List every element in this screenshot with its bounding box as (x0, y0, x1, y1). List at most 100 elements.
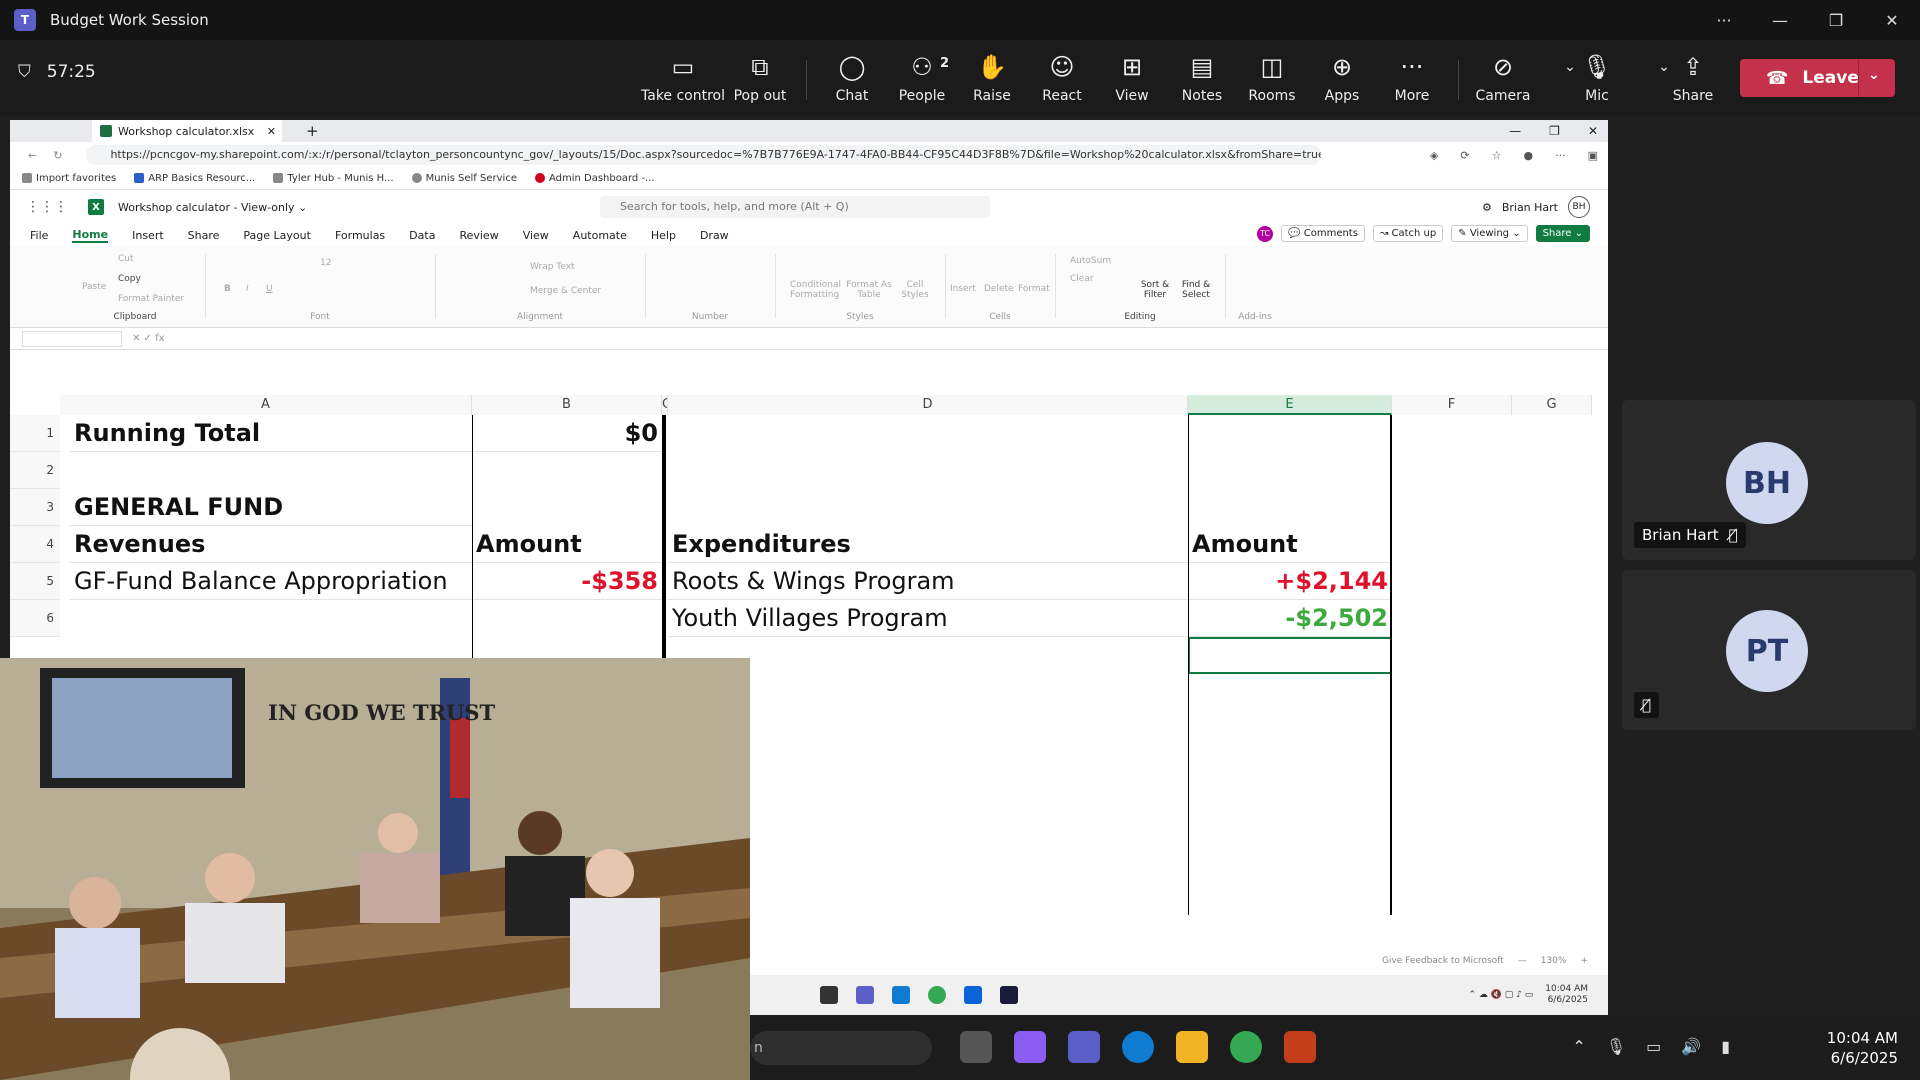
format-cells-button[interactable]: Format (1018, 284, 1050, 294)
powerpoint-icon[interactable] (1284, 1031, 1316, 1063)
close-tab-icon[interactable]: ✕ (267, 125, 276, 138)
find-select-button[interactable]: Find & Select (1176, 280, 1216, 300)
cell-d6[interactable]: Youth Villages Program (668, 600, 1188, 637)
tab-home[interactable]: Home (72, 228, 109, 243)
column-header[interactable]: G (1512, 395, 1592, 415)
take-control-button[interactable]: ▭ Take control (641, 50, 725, 110)
cell-a4[interactable]: Revenues (70, 526, 472, 563)
tab-file[interactable]: File (30, 229, 48, 242)
column-header[interactable]: B (472, 395, 662, 415)
column-header[interactable]: A (60, 395, 472, 415)
taskbar-clock[interactable]: 10:04 AM 6/6/2025 (1827, 1028, 1898, 1068)
chat-button[interactable]: ◯ Chat (817, 50, 887, 110)
mic-off-icon[interactable]: 🎙 (1606, 1037, 1626, 1056)
merge-center-button[interactable]: Merge & Center (530, 286, 601, 296)
app-launcher-icon[interactable]: ⋮⋮⋮ (26, 199, 68, 215)
raise-hand-button[interactable]: ✋ Raise (957, 50, 1027, 110)
row-header[interactable]: 4 (10, 526, 60, 563)
zoom-in-icon[interactable]: + (1580, 956, 1588, 966)
column-header[interactable]: D (668, 395, 1188, 415)
chrome-icon[interactable] (1230, 1031, 1262, 1063)
cell-b4[interactable]: Amount (472, 526, 662, 563)
cell-a5[interactable]: GF-Fund Balance Appropriation (70, 563, 472, 600)
people-button[interactable]: ⚇ 2 People (887, 50, 957, 110)
minimize-button[interactable]: — (1752, 0, 1808, 40)
menu-icon[interactable]: ··· (1555, 149, 1566, 162)
restore-button[interactable]: ❐ (1549, 120, 1560, 142)
restore-button[interactable]: ❐ (1808, 0, 1864, 40)
favorites-icon[interactable]: ☆ (1492, 149, 1502, 162)
taskview-icon[interactable] (960, 1031, 992, 1063)
catch-up-button[interactable]: ↝ Catch up (1372, 225, 1444, 242)
more-options-icon[interactable]: ··· (1696, 0, 1752, 40)
refresh-icon[interactable]: ↻ (53, 149, 62, 162)
zoom-out-icon[interactable]: — (1518, 956, 1527, 966)
column-header[interactable]: E (1188, 395, 1392, 415)
row-header[interactable]: 5 (10, 563, 60, 600)
column-header[interactable]: F (1392, 395, 1512, 415)
cell-d4[interactable]: Expenditures (668, 526, 1188, 563)
favorite-item[interactable]: Admin Dashboard -... (534, 173, 655, 184)
close-button[interactable]: ✕ (1588, 120, 1598, 142)
font-size-select[interactable]: 12 (320, 258, 331, 268)
tab-review[interactable]: Review (459, 229, 498, 242)
more-button[interactable]: ··· More (1377, 50, 1447, 110)
cut-button[interactable]: Cut (118, 254, 134, 264)
cell-b1[interactable]: $0 (472, 415, 662, 452)
tab-data[interactable]: Data (409, 229, 435, 242)
browser-tab[interactable]: Workshop calculator.xlsx ✕ (92, 120, 282, 142)
back-icon[interactable]: ← (28, 149, 37, 162)
sort-filter-button[interactable]: Sort & Filter (1138, 280, 1172, 300)
selected-cell-e7[interactable] (1188, 637, 1392, 674)
insert-cells-button[interactable]: Insert (950, 284, 976, 294)
format-as-table-button[interactable]: Format As Table (846, 280, 892, 300)
cell-a1[interactable]: Running Total (70, 415, 472, 452)
tab-view[interactable]: View (523, 229, 549, 242)
favorite-item[interactable]: Tyler Hub - Munis H... (273, 173, 394, 184)
wrap-text-button[interactable]: Wrap Text (530, 262, 575, 272)
delete-cells-button[interactable]: Delete (984, 284, 1014, 294)
favorite-item[interactable]: Import favorites (22, 173, 116, 184)
settings-icon[interactable]: ⚙ (1482, 201, 1492, 214)
clear-button[interactable]: Clear (1070, 274, 1094, 284)
rooms-button[interactable]: ◫ Rooms (1237, 50, 1307, 110)
tab-automate[interactable]: Automate (573, 229, 627, 242)
pop-out-button[interactable]: ⧉ Pop out (725, 50, 795, 110)
cell-a3[interactable]: GENERAL FUND (70, 489, 472, 526)
file-explorer-icon[interactable] (1176, 1031, 1208, 1063)
tab-page-layout[interactable]: Page Layout (243, 229, 311, 242)
tab-share[interactable]: Share (188, 229, 220, 242)
sidebar-icon[interactable]: ▣ (1588, 149, 1598, 162)
close-button[interactable]: ✕ (1864, 0, 1920, 40)
tab-help[interactable]: Help (651, 229, 676, 242)
chevron-up-icon[interactable]: ⌃ (1572, 1037, 1585, 1056)
cell-e6[interactable]: -$2,502 (1188, 600, 1392, 637)
viewing-button[interactable]: ✎ Viewing ⌄ (1451, 225, 1528, 242)
autosum-button[interactable]: AutoSum (1070, 256, 1111, 266)
chevron-down-icon[interactable]: ⌄ (1868, 67, 1880, 83)
tab-draw[interactable]: Draw (700, 229, 729, 242)
cell-e4[interactable]: Amount (1188, 526, 1392, 563)
display-icon[interactable]: ▭ (1646, 1037, 1661, 1056)
new-tab-icon[interactable]: + (306, 122, 319, 140)
edge-icon[interactable] (1122, 1031, 1154, 1063)
profile-icon[interactable]: ● (1523, 149, 1533, 162)
row-header[interactable]: 2 (10, 452, 60, 489)
zoom-level[interactable]: 130% (1541, 956, 1567, 966)
url-field[interactable]: https://pcncgov-my.sharepoint.com/:x:/r/… (86, 145, 1322, 165)
format-painter-button[interactable]: Format Painter (118, 294, 184, 304)
row-header[interactable]: 3 (10, 489, 60, 526)
copy-button[interactable]: Copy (118, 274, 141, 284)
volume-icon[interactable]: 🔊 (1681, 1037, 1701, 1056)
row-header[interactable]: 1 (10, 415, 60, 452)
search-input[interactable]: Search for tools, help, and more (Alt + … (600, 196, 990, 218)
underline-button[interactable]: U (266, 284, 273, 294)
favorite-item[interactable]: ARP Basics Resourc... (134, 173, 255, 184)
view-button[interactable]: ⊞ View (1097, 50, 1167, 110)
leave-button[interactable]: ☎ Leave ⌄ (1740, 59, 1895, 97)
participant-tile[interactable]: PT 🎙̸ (1622, 570, 1916, 730)
notes-button[interactable]: ▤ Notes (1167, 50, 1237, 110)
favorite-item[interactable]: Munis Self Service (411, 173, 517, 184)
apps-button[interactable]: ⊕ Apps (1307, 50, 1377, 110)
participant-tile[interactable]: BH Brian Hart 🎙̸ (1622, 400, 1916, 560)
